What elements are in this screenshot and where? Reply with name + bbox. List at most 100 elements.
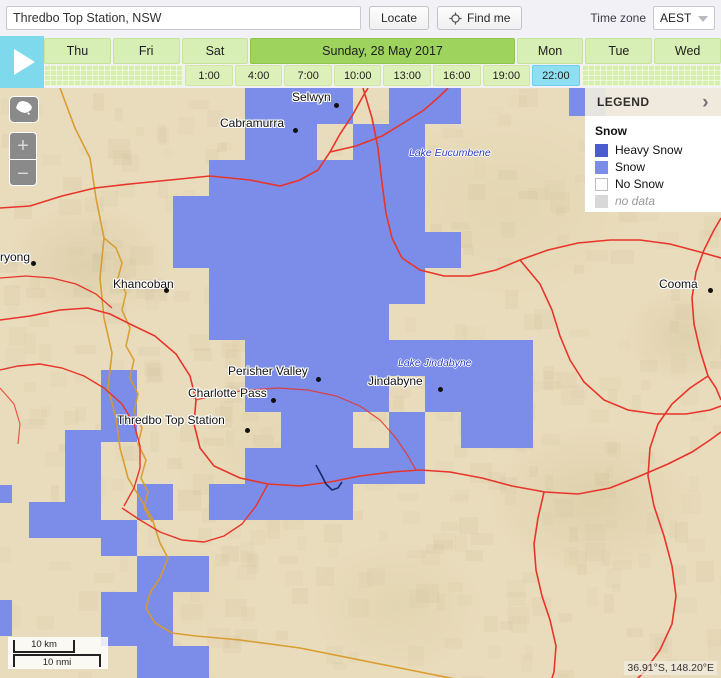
hour-tab-label: 1:00 [198, 69, 220, 82]
snow-cell [137, 484, 173, 520]
day-tab-label: Mon [537, 44, 563, 58]
terrain-pixel [4, 285, 20, 305]
terrain-pixel [553, 673, 569, 678]
terrain-pixel [442, 129, 463, 138]
terrain-pixel [681, 494, 701, 514]
terrain-pixel [618, 340, 629, 350]
terrain-pixel [79, 591, 98, 611]
terrain-pixel [63, 177, 82, 191]
day-tab-6[interactable]: Wed [654, 38, 721, 64]
zoom-controls[interactable]: + − [9, 132, 37, 186]
terrain-pixel [163, 149, 173, 158]
hour-tab-1600[interactable]: 16:00 [433, 65, 481, 86]
terrain-pixel [203, 438, 224, 446]
terrain-pixel [416, 584, 439, 603]
hour-tab-label: 16:00 [443, 69, 471, 82]
snow-cell [209, 304, 389, 340]
terrain-pixel [555, 372, 577, 388]
terrain-pixel [675, 522, 688, 543]
day-tab-2[interactable]: Sat [181, 38, 249, 64]
terrain-pixel [463, 244, 474, 255]
terrain-pixel [569, 527, 578, 542]
terrain-pixel [608, 443, 621, 457]
day-tab-0[interactable]: Thu [44, 38, 111, 64]
snow-cell [245, 196, 425, 232]
terrain-pixel [261, 427, 271, 435]
terrain-pixel [489, 106, 503, 114]
terrain-pixel [30, 276, 40, 289]
day-tab-selected[interactable]: Sunday, 28 May 2017 [250, 38, 515, 64]
hour-tab-1900[interactable]: 19:00 [482, 65, 531, 86]
map-place-dot [245, 428, 250, 433]
hour-tab-100[interactable]: 1:00 [185, 65, 233, 86]
map-place-dot [31, 261, 36, 266]
terrain-pixel [500, 621, 513, 630]
terrain-pixel [408, 646, 424, 666]
terrain-pixel [497, 258, 513, 271]
legend-header[interactable]: LEGEND › [585, 88, 721, 116]
legend-swatch-nodata [595, 194, 608, 208]
australia-icon [14, 99, 34, 121]
zoom-out-button[interactable]: − [10, 160, 36, 187]
terrain-pixel [22, 419, 44, 429]
chevron-right-icon[interactable]: › [702, 92, 709, 114]
hour-tab-700[interactable]: 7:00 [284, 65, 332, 86]
snow-cell [209, 484, 353, 520]
hour-tab-1000[interactable]: 10:00 [333, 65, 382, 86]
snow-cell [0, 485, 12, 503]
hour-tab-400[interactable]: 4:00 [234, 65, 283, 86]
day-tab-4[interactable]: Mon [516, 38, 584, 64]
terrain-pixel [332, 138, 343, 156]
terrain-pixel [675, 304, 693, 320]
scale-nmi-label: 10 nmi [13, 654, 101, 668]
terrain-pixel [585, 543, 605, 561]
terrain-pixel [670, 321, 679, 333]
snow-cell [425, 340, 533, 412]
terrain-pixel [689, 476, 699, 493]
terrain-pixel [188, 100, 209, 109]
terrain-pixel [441, 522, 458, 531]
terrain-pixel [434, 673, 456, 678]
terrain-pixel [402, 511, 420, 524]
terrain-pixel [671, 286, 680, 301]
legend-swatch-snow [595, 160, 608, 174]
legend-item-label: Snow [615, 160, 646, 174]
day-tab-label: Sat [205, 44, 225, 58]
terrain-pixel [570, 329, 589, 337]
terrain-pixel [241, 413, 259, 421]
terrain-pixel [267, 519, 280, 539]
terrain-pixel [541, 434, 560, 445]
find-me-button[interactable]: Find me [437, 6, 523, 30]
zoom-in-button[interactable]: + [10, 133, 36, 160]
terrain-pixel [146, 363, 163, 383]
terrain-pixel [253, 435, 274, 447]
locate-button[interactable]: Locate [369, 6, 430, 30]
terrain-pixel [641, 380, 651, 390]
terrain-pixel [611, 250, 634, 264]
home-extent-button[interactable] [9, 96, 39, 123]
timezone-select[interactable]: AEST [653, 6, 715, 30]
map-place-dot [293, 128, 298, 133]
map-canvas[interactable]: Selwyn Cabramurra Khancoban Cooma ryong Peris… [0, 88, 721, 678]
terrain-pixel [50, 372, 66, 387]
terrain-pixel [348, 599, 369, 617]
play-animation-button[interactable] [0, 36, 44, 88]
hour-tab-1300[interactable]: 13:00 [383, 65, 431, 86]
terrain-pixel [24, 382, 36, 392]
snow-cell [281, 412, 353, 448]
terrain-pixel [14, 201, 32, 219]
chevron-down-icon [698, 16, 708, 22]
day-tab-1[interactable]: Fri [112, 38, 180, 64]
terrain-pixel [68, 247, 84, 255]
terrain-pixel [0, 546, 11, 563]
terrain-pixel [587, 587, 598, 607]
hour-tab-2200[interactable]: 22:00 [532, 65, 580, 86]
terrain-pixel [448, 582, 463, 592]
terrain-pixel [138, 347, 160, 356]
terrain-pixel [326, 646, 343, 664]
terrain-pixel [426, 544, 444, 554]
day-tab-5[interactable]: Tue [585, 38, 653, 64]
location-search-input[interactable] [6, 6, 361, 30]
hour-tab-label: 7:00 [297, 69, 319, 82]
legend-swatch-heavy [595, 143, 608, 157]
